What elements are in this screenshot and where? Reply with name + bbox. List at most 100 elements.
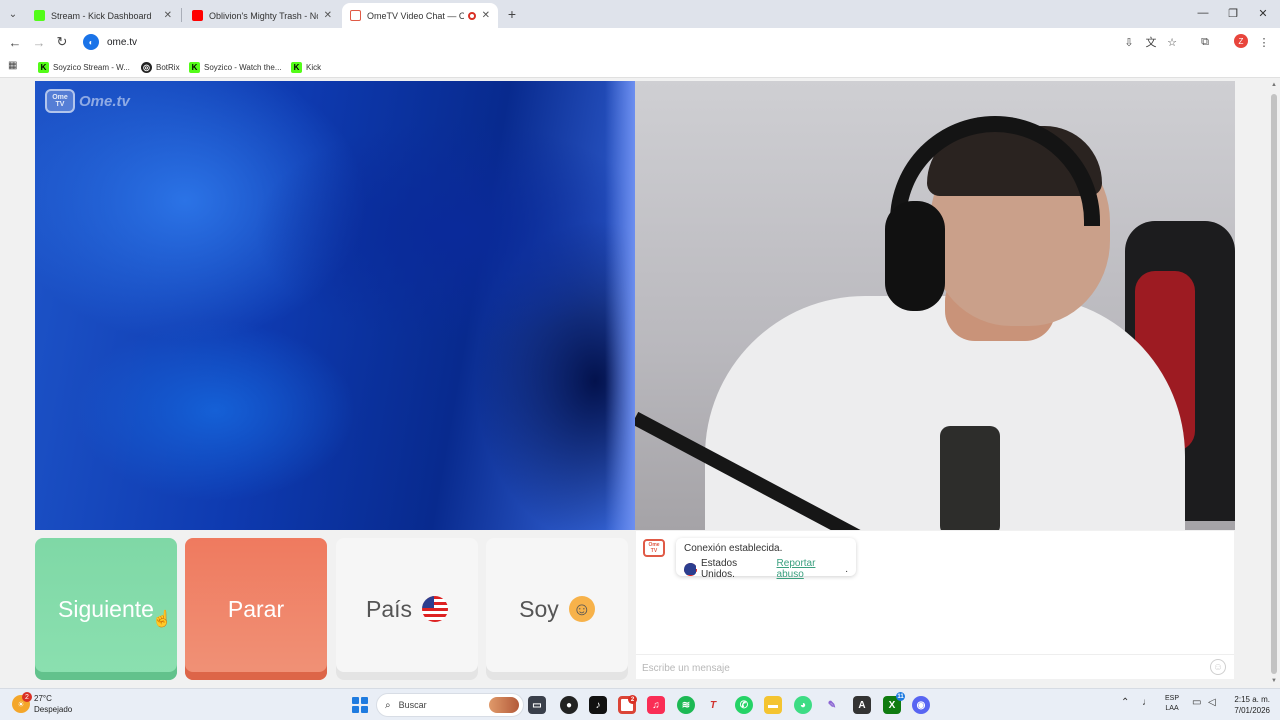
chrome-icon[interactable]: 2 bbox=[618, 695, 637, 714]
bookmark-label: Kick bbox=[306, 62, 322, 72]
microphone-icon[interactable]: ♩ bbox=[1142, 697, 1152, 708]
headphones-earcup-shape bbox=[885, 201, 945, 311]
tab-search-button[interactable]: ⌄ bbox=[4, 5, 22, 23]
tab-divider bbox=[181, 8, 182, 22]
kick-icon: K bbox=[38, 61, 49, 73]
discord-icon[interactable]: ◉ bbox=[912, 696, 930, 714]
close-icon[interactable]: ✕ bbox=[164, 10, 172, 21]
restore-button[interactable]: ❐ bbox=[1222, 4, 1244, 22]
capcut-icon[interactable]: A bbox=[853, 696, 871, 714]
new-tab-button[interactable]: + bbox=[503, 5, 521, 23]
country-button[interactable]: País bbox=[336, 538, 478, 680]
bookmarks-bar: ▦ K Soyzico Stream - W... ◎ BotRix K Soy… bbox=[0, 56, 1280, 78]
ometv-page: Ome TV Ome.tv Siguiente Parar País Soy ☺… bbox=[0, 78, 1280, 688]
clock-date: 7/01/2026 bbox=[1234, 706, 1270, 715]
bookmark-kick[interactable]: K Kick bbox=[291, 60, 321, 74]
address-bar[interactable]: ◐ ome.tv bbox=[78, 31, 1188, 53]
next-button-label: Siguiente bbox=[58, 595, 154, 622]
tab-youtube-video[interactable]: Oblivion's Mighty Trash - No M ✕ bbox=[184, 3, 340, 28]
tools-icon[interactable]: ✎ bbox=[823, 696, 841, 714]
menu-icon[interactable]: ⋮ bbox=[1256, 34, 1272, 50]
bookmark-botrix[interactable]: ◎ BotRix bbox=[141, 60, 180, 74]
volume-icon[interactable]: ◁ bbox=[1208, 697, 1216, 708]
us-flag-icon bbox=[422, 596, 449, 622]
tab-title: OmeTV Video Chat — Ome bbox=[367, 10, 464, 21]
stranger-country-line: Estados Unidos. Reportar abuso. bbox=[684, 558, 848, 580]
kick-icon: K bbox=[291, 61, 302, 73]
tv-logo-icon: Ome TV bbox=[45, 89, 75, 113]
itunes-icon[interactable]: ♫ bbox=[647, 696, 665, 714]
sun-icon: ☀ 2 bbox=[12, 692, 32, 713]
recording-icon bbox=[467, 11, 476, 20]
apps-grid-icon[interactable]: ▦ bbox=[8, 60, 20, 72]
weather-text: 27°C Despejado bbox=[34, 693, 72, 715]
language-indicator[interactable]: ESP LAA bbox=[1165, 694, 1179, 714]
system-message: Conexión establecida. Estados Unidos. Re… bbox=[676, 538, 856, 580]
text-app-icon[interactable]: T bbox=[704, 696, 722, 714]
gender-button-label: Soy bbox=[519, 595, 559, 622]
network-icon[interactable]: ▭ bbox=[1192, 697, 1201, 708]
forward-button[interactable]: → bbox=[30, 33, 48, 51]
bookmark-label: Soyzico - Watch the... bbox=[204, 62, 282, 72]
clock[interactable]: 2:15 a. m. 7/01/2026 bbox=[1228, 694, 1270, 716]
obs-icon[interactable]: ● bbox=[560, 696, 578, 714]
stop-button[interactable]: Parar bbox=[185, 538, 327, 680]
clock-time: 2:15 a. m. bbox=[1234, 695, 1270, 704]
whatsapp-icon[interactable]: ✆ bbox=[735, 696, 753, 714]
profile-avatar[interactable]: Z bbox=[1234, 34, 1248, 48]
install-app-icon[interactable]: ⇩ bbox=[1121, 34, 1137, 50]
extensions-icon[interactable]: ⧉ bbox=[1197, 34, 1213, 50]
site-info-icon[interactable]: ◐ bbox=[83, 34, 99, 50]
close-icon[interactable]: ✕ bbox=[482, 10, 490, 21]
bookmark-soyzico-stream[interactable]: K Soyzico Stream - W... bbox=[38, 60, 130, 74]
search-placeholder: Buscar bbox=[398, 700, 427, 710]
gender-button[interactable]: Soy ☺ bbox=[486, 538, 628, 680]
file-explorer-icon[interactable]: ▬ bbox=[764, 696, 782, 714]
url-text[interactable]: ome.tv bbox=[107, 37, 137, 48]
windows-taskbar: ☀ 2 27°C Despejado ⌕ Buscar ▭ ● ♪ 2 ♫ ≋ … bbox=[0, 688, 1280, 720]
xbox-icon[interactable]: X 11 bbox=[883, 692, 905, 714]
bookmark-label: Soyzico Stream - W... bbox=[53, 62, 130, 72]
browser-tab-bar: ⌄ Stream - Kick Dashboard ✕ Oblivion's M… bbox=[0, 0, 1280, 28]
taskbar-search[interactable]: ⌕ Buscar bbox=[376, 693, 524, 717]
back-button[interactable]: ← bbox=[6, 33, 24, 51]
tiktok-icon[interactable]: ♪ bbox=[589, 696, 607, 714]
window-close-button[interactable]: ✕ bbox=[1252, 4, 1274, 22]
ometv-avatar-icon: Ome TV bbox=[643, 539, 665, 557]
tray-overflow-icon[interactable]: ⌃ bbox=[1121, 697, 1129, 708]
chat-message-input[interactable] bbox=[642, 660, 1182, 676]
tab-ometv[interactable]: OmeTV Video Chat — Ome ✕ bbox=[342, 3, 498, 28]
chrome-badge: 2 bbox=[628, 695, 637, 704]
android-icon[interactable]: ◕ bbox=[794, 696, 812, 714]
weather-widget[interactable]: ☀ 2 27°C Despejado bbox=[12, 692, 72, 715]
weather-badge: 2 bbox=[22, 692, 32, 702]
ometv-logo: Ome TV Ome.tv bbox=[45, 89, 130, 113]
country-text: Estados Unidos. bbox=[700, 558, 738, 580]
start-button[interactable] bbox=[352, 697, 368, 713]
chat-panel: Ome TV Conexión establecida. Estados Uni… bbox=[636, 531, 1234, 679]
country-button-label: País bbox=[365, 595, 413, 622]
page-scrollbar[interactable]: ▲ ▼ bbox=[1268, 80, 1280, 688]
mouse-cursor-icon: ☝ bbox=[152, 611, 172, 628]
lang-layout: LAA bbox=[1165, 705, 1179, 712]
emoji-picker-icon[interactable]: ☺ bbox=[1210, 659, 1226, 675]
self-video bbox=[635, 81, 1235, 530]
report-abuse-link[interactable]: Reportar abuso bbox=[777, 558, 846, 580]
bookmark-star-icon[interactable]: ☆ bbox=[1164, 34, 1180, 50]
scroll-up-icon[interactable]: ▲ bbox=[1270, 82, 1278, 90]
stranger-video: Ome TV Ome.tv bbox=[35, 81, 635, 530]
bookmark-label: BotRix bbox=[156, 62, 180, 72]
kick-icon: K bbox=[189, 61, 200, 73]
tab-kick-dashboard[interactable]: Stream - Kick Dashboard ✕ bbox=[26, 3, 180, 28]
search-highlight-image bbox=[489, 697, 519, 713]
scroll-thumb[interactable] bbox=[1271, 94, 1277, 674]
minimize-button[interactable]: — bbox=[1192, 4, 1214, 22]
translate-icon[interactable]: 文 bbox=[1143, 34, 1159, 50]
bookmark-soyzico-watch[interactable]: K Soyzico - Watch the... bbox=[189, 60, 282, 74]
scroll-down-icon[interactable]: ▼ bbox=[1270, 678, 1278, 686]
spotify-icon[interactable]: ≋ bbox=[677, 696, 695, 714]
search-icon: ⌕ bbox=[385, 699, 391, 711]
task-view-icon[interactable]: ▭ bbox=[528, 696, 546, 714]
close-icon[interactable]: ✕ bbox=[324, 10, 332, 21]
reload-button[interactable]: ↻ bbox=[53, 33, 71, 51]
